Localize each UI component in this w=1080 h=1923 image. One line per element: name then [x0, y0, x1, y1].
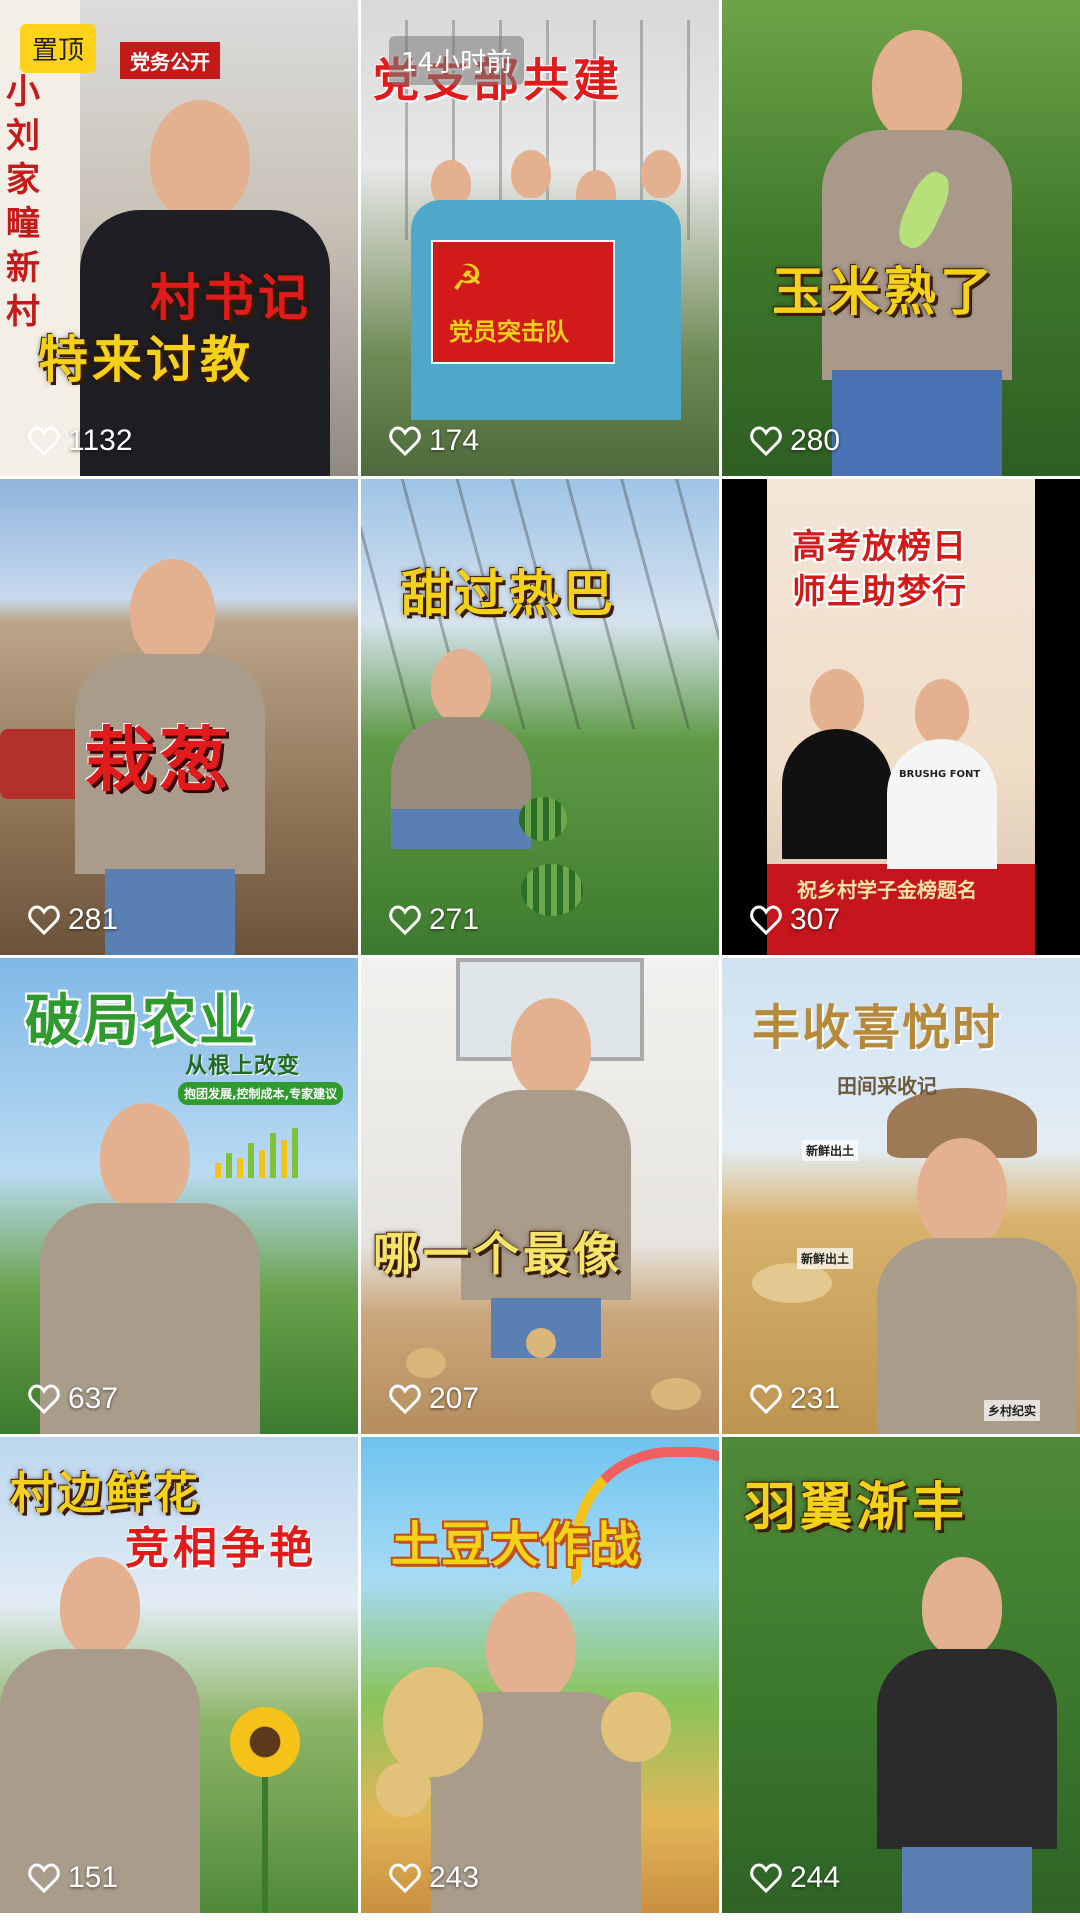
sign-char: 新: [6, 248, 40, 288]
like-count-value: 281: [68, 903, 119, 936]
heart-icon: [389, 905, 421, 935]
potato: [376, 1762, 431, 1817]
like-count-value: 1132: [68, 424, 133, 457]
heart-icon: [750, 1863, 782, 1893]
sunflower-stem: [262, 1777, 268, 1913]
heart-icon: [750, 426, 782, 456]
video-tile-6[interactable]: BRUSHG FONT 高考放榜日 师生助梦行 祝乡村学子金榜题名 307: [722, 479, 1080, 955]
like-count: 174: [389, 424, 479, 458]
like-count: 1132: [28, 424, 133, 458]
like-count: 243: [389, 1861, 479, 1895]
timestamp-badge: 14小时前: [389, 36, 525, 85]
video-tile-1[interactable]: 小 刘 家 疃 新 村 党务公开 置顶 村书记 特来讨教 1132: [0, 0, 358, 476]
like-count: 281: [28, 903, 118, 937]
heart-icon: [389, 1863, 421, 1893]
potato: [601, 1692, 671, 1762]
video-grid: 小 刘 家 疃 新 村 党务公开 置顶 村书记 特来讨教 1132 ☭ 党员突击…: [0, 0, 1080, 1923]
like-count: 207: [389, 1382, 479, 1416]
small-label: 新鲜出土: [802, 1140, 859, 1161]
like-count-value: 151: [68, 1861, 119, 1894]
person: [877, 1557, 1067, 1913]
like-count-value: 244: [790, 1861, 841, 1894]
potato: [526, 1328, 556, 1358]
like-count-value: 280: [790, 424, 841, 457]
person: [877, 1088, 1077, 1434]
like-count: 231: [750, 1382, 840, 1416]
video-tile-9[interactable]: 丰收喜悦时 田间采收记 新鲜出土 新鲜出土 乡村纪实 231: [722, 958, 1080, 1434]
video-tile-8[interactable]: 哪一个最像 207: [361, 958, 719, 1434]
pinned-badge: 置顶: [20, 24, 97, 73]
video-tile-4[interactable]: 栽葱 281: [0, 479, 358, 955]
like-count: 151: [28, 1861, 118, 1895]
video-tile-11[interactable]: 土豆大作战 243: [361, 1437, 719, 1913]
like-count: 307: [750, 903, 840, 937]
footer-text: 祝乡村学子金榜题名: [797, 878, 977, 902]
sign-char: 疃: [6, 204, 40, 244]
video-caption-line-1: 破局农业: [25, 988, 257, 1054]
heart-icon: [28, 1863, 60, 1893]
video-caption-line-1: 哪一个最像: [373, 1227, 623, 1281]
video-caption-line-1: 土豆大作战: [391, 1517, 642, 1573]
potato-in-hand: [752, 1263, 832, 1303]
sign-char: 刘: [6, 116, 40, 156]
video-tile-7[interactable]: 破局农业 从根上改变 抱团发展,控制成本,专家建议 637: [0, 958, 358, 1434]
party-banner: 党务公开: [120, 42, 220, 79]
like-count-value: 271: [429, 903, 480, 936]
video-caption-line-1: 羽翼渐丰: [744, 1477, 969, 1538]
like-count-value: 307: [790, 903, 841, 936]
video-tile-5[interactable]: 甜过热巴 271: [361, 479, 719, 955]
video-caption-line-2: 特来讨教: [38, 330, 254, 389]
small-label: 乡村纪实: [984, 1400, 1041, 1421]
heart-icon: [750, 1384, 782, 1414]
heart-icon: [28, 1384, 60, 1414]
person: [461, 998, 641, 1358]
heart-icon: [389, 426, 421, 456]
video-caption-line-1: 玉米熟了: [772, 262, 997, 323]
like-count: 637: [28, 1382, 118, 1416]
party-flag: ☭ 党员突击队: [431, 240, 615, 364]
small-label: 新鲜出土: [797, 1248, 854, 1269]
video-tile-2[interactable]: ☭ 党员突击队 党支部共建 14小时前 174: [361, 0, 719, 476]
potato: [651, 1378, 701, 1410]
video-caption-line-1: 丰收喜悦时: [752, 1000, 1003, 1056]
video-caption-line-1: 高考放榜日: [792, 527, 967, 567]
person: [0, 1557, 220, 1913]
shirt-print: BRUSHG FONT: [899, 769, 981, 780]
heart-icon: [28, 426, 60, 456]
potato: [406, 1348, 446, 1378]
video-tile-3[interactable]: 玉米熟了 280: [722, 0, 1080, 476]
video-caption-line-3: 抱团发展,控制成本,专家建议: [178, 1082, 344, 1105]
video-tile-12[interactable]: 羽翼渐丰 244: [722, 1437, 1080, 1913]
heart-icon: [750, 905, 782, 935]
like-count-value: 243: [429, 1861, 480, 1894]
like-count: 271: [389, 903, 479, 937]
like-count-value: 207: [429, 1382, 480, 1415]
sunflower-icon: [230, 1707, 300, 1777]
watermelon: [519, 797, 567, 841]
potato: [383, 1667, 483, 1777]
video-caption-line-1: 栽葱: [85, 718, 233, 801]
like-count: 244: [750, 1861, 840, 1895]
like-count-value: 231: [790, 1382, 841, 1415]
flag-text: 党员突击队: [449, 317, 569, 346]
video-caption-line-2: 田间采收记: [837, 1074, 937, 1098]
heart-icon: [389, 1384, 421, 1414]
sign-char: 家: [6, 160, 40, 200]
hammer-sickle-icon: ☭: [451, 258, 484, 299]
sign-char: 小: [6, 72, 40, 112]
like-count-value: 174: [429, 424, 480, 457]
like-count: 280: [750, 424, 840, 458]
video-caption-line-2: 师生助梦行: [792, 572, 967, 612]
like-count-value: 637: [68, 1382, 119, 1415]
video-caption-line-2: 竞相争艳: [125, 1523, 317, 1574]
video-tile-10[interactable]: 村边鲜花 竞相争艳 151: [0, 1437, 358, 1913]
watermelon: [521, 864, 583, 916]
heart-icon: [28, 905, 60, 935]
video-caption-line-1: 甜过热巴: [401, 564, 617, 623]
video-caption-line-2: 从根上改变: [185, 1053, 301, 1079]
